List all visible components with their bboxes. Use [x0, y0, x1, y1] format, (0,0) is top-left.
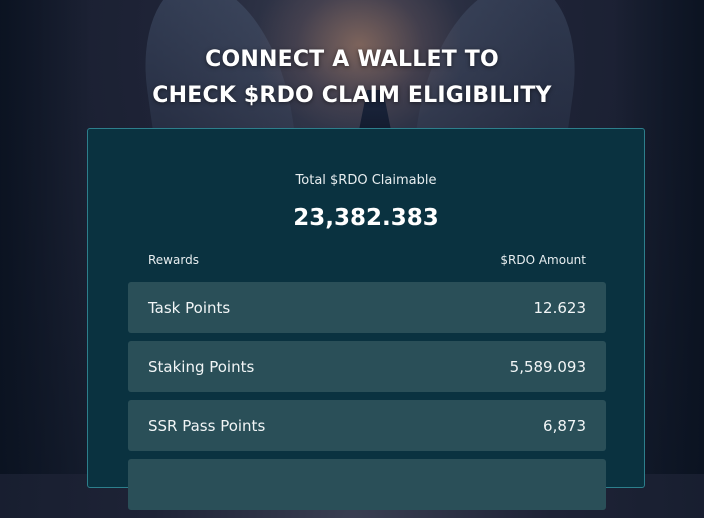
reward-row-partial: [128, 459, 606, 510]
reward-label: Task Points: [148, 298, 231, 317]
reward-amount: 6,873: [543, 416, 586, 435]
reward-row-ssr-pass-points: SSR Pass Points 6,873: [128, 400, 606, 451]
reward-amount: 5,589.093: [509, 357, 586, 376]
total-claimable-label: Total $RDO Claimable: [295, 173, 437, 188]
reward-row-staking-points: Staking Points 5,589.093: [128, 341, 606, 392]
reward-amount: 12.623: [533, 298, 587, 317]
reward-label: SSR Pass Points: [148, 416, 266, 435]
heading-line-2: CHECK $RDO CLAIM ELIGIBILITY: [152, 83, 552, 108]
amount-column-header: $RDO Amount: [500, 253, 586, 267]
total-claimable-value: 23,382.383: [293, 205, 439, 231]
heading-line-1: CONNECT A WALLET TO: [205, 47, 499, 72]
claim-panel: Total $RDO Claimable 23,382.383 Rewards …: [87, 128, 645, 510]
reward-label: Staking Points: [148, 357, 255, 376]
reward-row-task-points: Task Points 12.623: [128, 282, 606, 333]
rewards-list: Task Points 12.623 Staking Points 5,589.…: [128, 282, 606, 518]
rewards-column-header: Rewards: [148, 253, 199, 267]
page-heading: CONNECT A WALLET TO CHECK $RDO CLAIM ELI…: [0, 42, 704, 114]
